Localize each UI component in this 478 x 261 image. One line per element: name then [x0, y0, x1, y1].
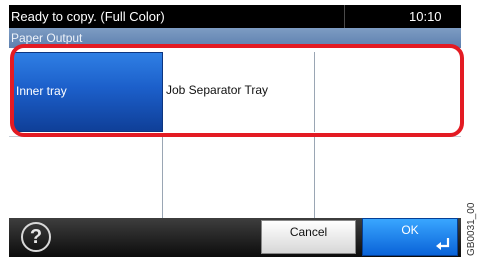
cancel-button[interactable]: Cancel — [261, 220, 356, 254]
copy-settings-screen: Ready to copy. (Full Color) 10:10 Paper … — [0, 0, 478, 261]
figure-code: GB0031_00 — [466, 202, 477, 256]
empty-option-cell — [315, 137, 461, 218]
job-separator-tray-label: Job Separator Tray — [166, 83, 269, 97]
ok-button[interactable]: OK — [362, 218, 458, 256]
enter-arrow-icon — [436, 238, 450, 250]
inner-tray-label: Inner tray — [16, 84, 67, 98]
status-bar: Ready to copy. (Full Color) 10:10 — [9, 5, 461, 28]
empty-option-cell — [9, 137, 163, 218]
option-grid: Inner tray Job Separator Tray — [9, 48, 461, 218]
help-icon[interactable]: ? — [21, 222, 51, 252]
page-title: Paper Output — [11, 31, 83, 45]
job-separator-tray-button[interactable]: Job Separator Tray — [163, 52, 315, 132]
status-message: Ready to copy. (Full Color) — [11, 9, 165, 24]
status-time: 10:10 — [409, 9, 442, 24]
empty-option-cell — [163, 137, 315, 218]
title-bar: Paper Output — [9, 28, 461, 48]
ok-label: OK — [401, 223, 419, 237]
cancel-label: Cancel — [289, 225, 328, 239]
status-divider — [344, 5, 345, 28]
empty-option-cell — [315, 52, 461, 132]
bottom-bar: ? Cancel OK — [9, 218, 461, 257]
inner-tray-button[interactable]: Inner tray — [13, 52, 163, 132]
